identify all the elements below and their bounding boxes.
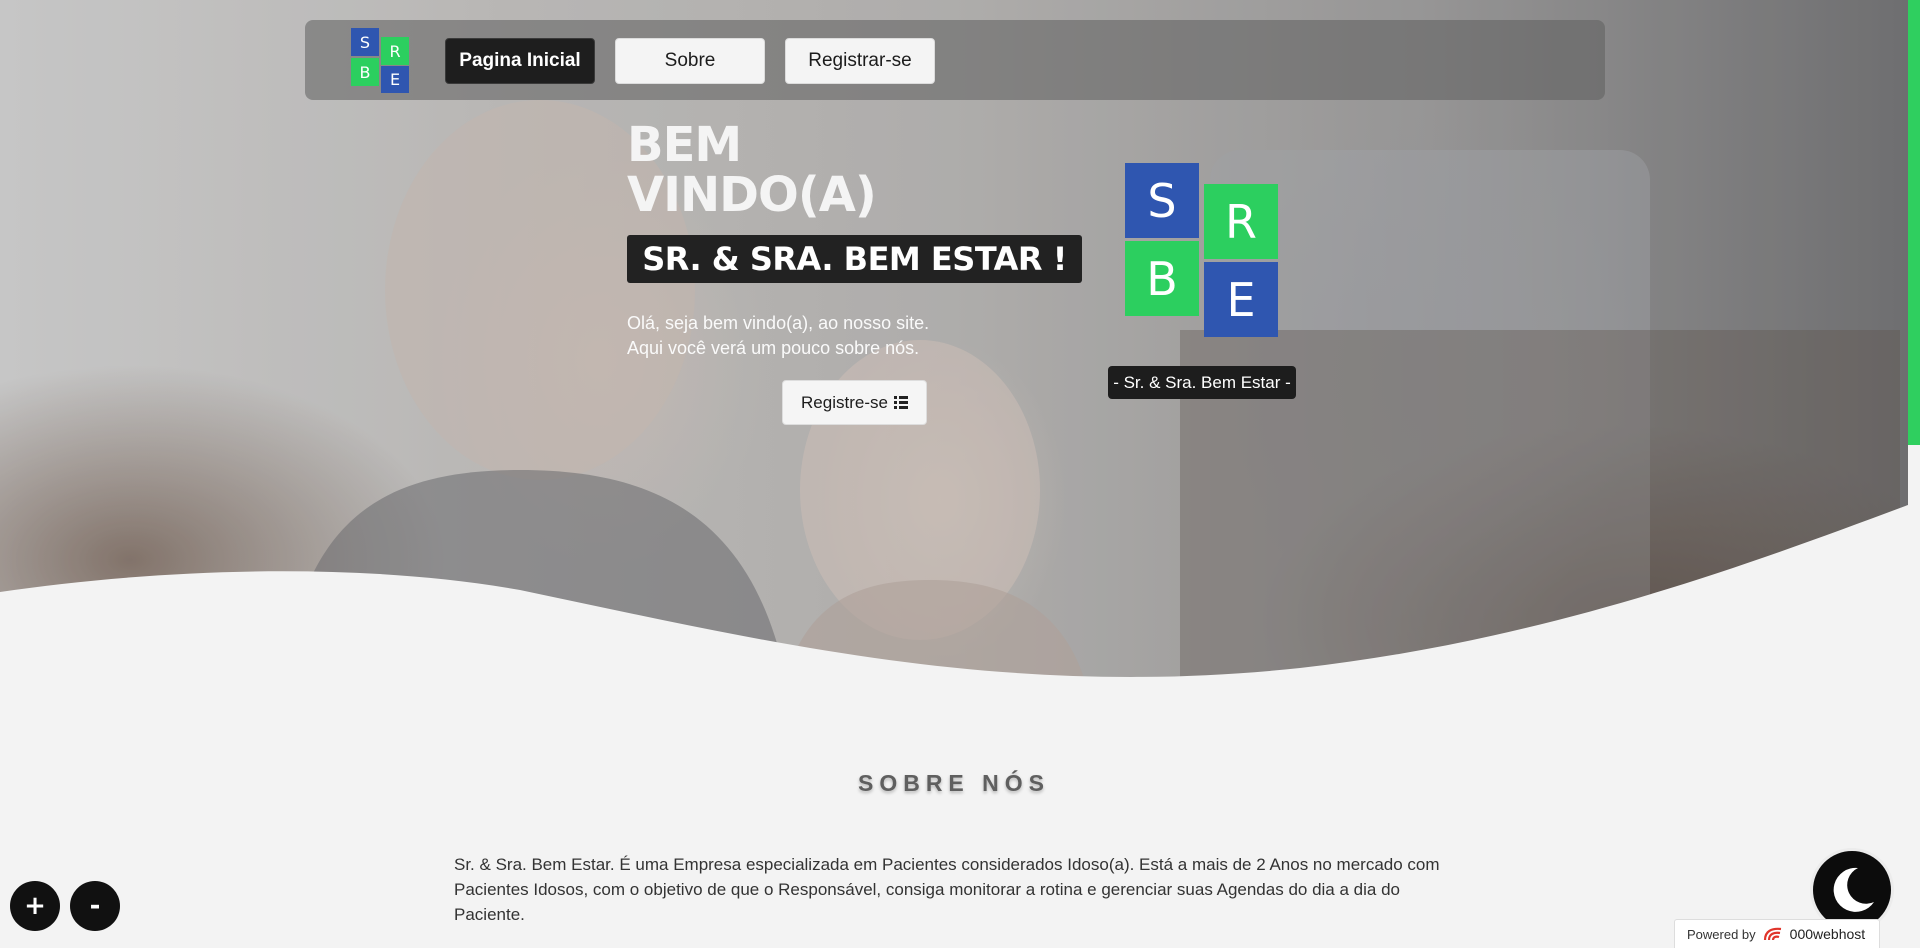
hero-logo-tile-e: E — [1204, 262, 1278, 337]
intro-line-1: Olá, seja bem vindo(a), ao nosso site. — [627, 313, 930, 333]
intro-line-2: Aqui você verá um pouco sobre nós. — [627, 338, 920, 358]
nav-about-button[interactable]: Sobre — [615, 38, 765, 84]
accent-strip — [1908, 0, 1920, 445]
nav-register-button[interactable]: Registrar-se — [785, 38, 935, 84]
nav-home-button[interactable]: Pagina Inicial — [445, 38, 595, 84]
welcome-title: BEM VINDO(A) — [627, 120, 947, 220]
hero-logo-tile-b: B — [1125, 241, 1199, 316]
hero-logo: S R B E — [1125, 163, 1278, 337]
welcome-line-2: VINDO(A) — [627, 167, 877, 223]
powered-by-prefix: Powered by — [1687, 926, 1756, 942]
nav-logo[interactable]: S R B E — [351, 28, 409, 93]
webhost-logo-icon — [1763, 927, 1781, 941]
zoom-in-button[interactable]: + — [10, 881, 60, 931]
about-paragraph: Sr. & Sra. Bem Estar. É uma Empresa espe… — [454, 855, 1440, 924]
hero-logo-tile-s: S — [1125, 163, 1199, 238]
powered-by-brand: 000webhost — [1789, 926, 1866, 942]
intro-text: Olá, seja bem vindo(a), ao nosso site. A… — [627, 311, 987, 361]
logo-tile-b: B — [351, 58, 379, 86]
moon-icon — [1833, 867, 1874, 912]
powered-by-badge[interactable]: Powered by 000webhost — [1674, 919, 1880, 948]
welcome-line-1: BEM — [627, 117, 742, 173]
page: S R B E Pagina Inicial Sobre Registrar-s… — [0, 0, 1920, 948]
right-gutter — [1908, 445, 1920, 948]
brand-banner: SR. & SRA. BEM ESTAR ! — [627, 235, 1082, 283]
logo-tile-s: S — [351, 28, 379, 56]
logo-tile-r: R — [381, 37, 409, 65]
about-heading: SOBRE NÓS — [857, 770, 1051, 796]
list-icon — [893, 396, 908, 409]
register-cta-button[interactable]: Registre-se — [782, 380, 927, 425]
zoom-out-button[interactable]: - — [70, 881, 120, 931]
logo-tile-e: E — [381, 66, 409, 93]
hero-logo-tile-r: R — [1204, 184, 1278, 259]
register-cta-label: Registre-se — [801, 392, 888, 412]
navbar: S R B E Pagina Inicial Sobre Registrar-s… — [305, 20, 1605, 100]
logo-caption: - Sr. & Sra. Bem Estar - — [1108, 366, 1296, 399]
